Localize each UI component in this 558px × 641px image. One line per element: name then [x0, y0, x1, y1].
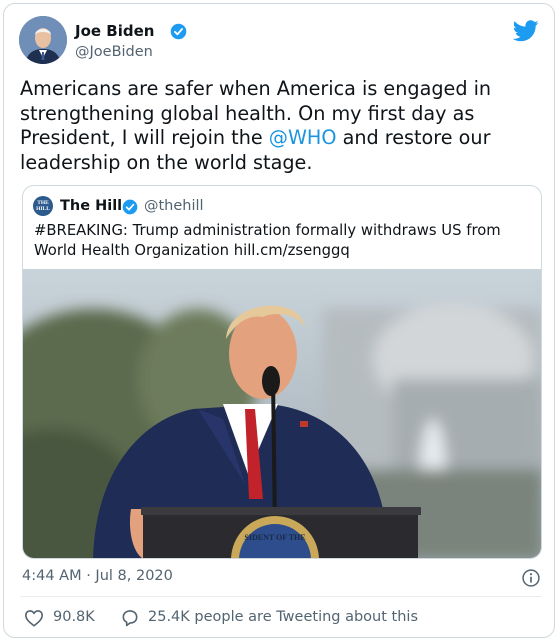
- tweet-line: President, I will rejoin the @WHO and re…: [20, 126, 520, 151]
- tweet-text: Americans are safer when America is enga…: [20, 77, 520, 175]
- tweet-text-segment: and restore our: [336, 126, 491, 149]
- info-icon[interactable]: [521, 568, 541, 588]
- mention-link[interactable]: @WHO: [269, 126, 337, 149]
- tweet-text-segment: President, I will rejoin the: [20, 126, 269, 149]
- tweet-header: Joe Biden @JoeBiden: [19, 14, 539, 68]
- reply-bubble-icon[interactable]: [120, 608, 140, 628]
- quoted-line: World Health Organization hill.cm/zsengg…: [34, 242, 350, 259]
- quoted-avatar[interactable]: THE HILL: [33, 196, 53, 216]
- quoted-author-name[interactable]: The Hill: [60, 198, 122, 214]
- tweet-line: strengthening global health. On my first…: [20, 101, 475, 125]
- people-tweeting-link[interactable]: 25.4K people are Tweeting about this: [148, 609, 418, 625]
- quoted-line: #BREAKING: Trump administration formally…: [34, 222, 501, 239]
- tweet-timestamp[interactable]: 4:44 AM · Jul 8, 2020: [22, 568, 173, 584]
- verified-badge-icon: [170, 23, 187, 40]
- author-handle[interactable]: @JoeBiden: [75, 44, 153, 60]
- tweet-line: Americans are safer when America is enga…: [20, 77, 492, 100]
- quoted-photo[interactable]: SIDENT OF THE: [23, 269, 542, 559]
- heart-icon[interactable]: [24, 609, 44, 627]
- podium-seal-text: SIDENT OF THE: [244, 533, 305, 542]
- divider: [20, 596, 542, 597]
- author-avatar[interactable]: [19, 16, 67, 64]
- tweet-card: Joe Biden @JoeBiden Americans are safer …: [3, 3, 555, 638]
- tweet-line: leadership on the world stage.: [20, 150, 313, 174]
- quoted-tweet-text: #BREAKING: Trump administration formally…: [34, 221, 534, 261]
- quoted-author-handle[interactable]: @thehill: [144, 198, 204, 214]
- profile-photo-icon: [19, 16, 67, 64]
- verified-badge-icon: [122, 199, 138, 215]
- quoted-tweet[interactable]: THE HILL The Hill @thehill #BREAKING: Tr…: [22, 185, 542, 559]
- author-name[interactable]: Joe Biden: [75, 22, 154, 40]
- twitter-bird-icon[interactable]: [513, 20, 539, 42]
- like-count[interactable]: 90.8K: [53, 609, 95, 625]
